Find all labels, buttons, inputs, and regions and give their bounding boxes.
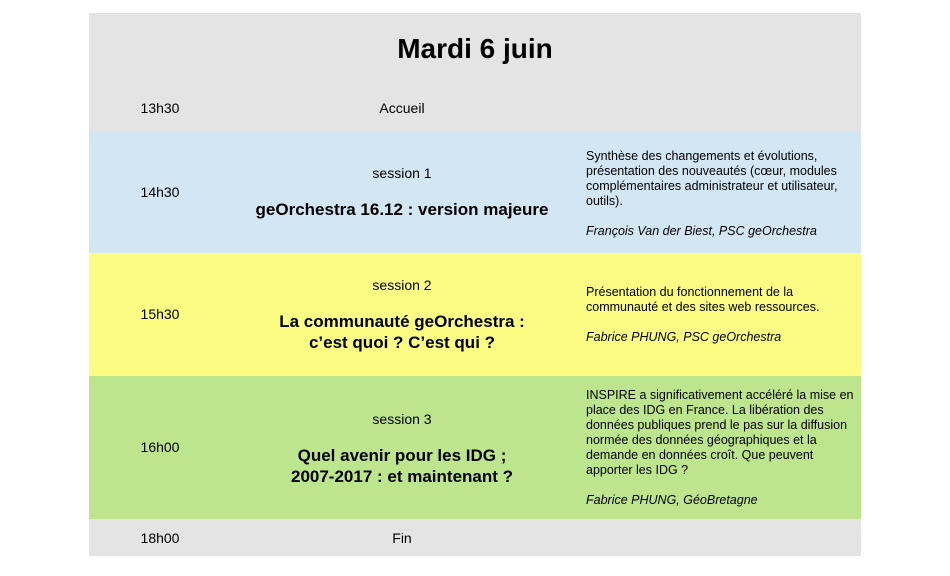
welcome-label: Accueil [379,100,425,116]
welcome-time: 13h30 [140,100,180,116]
session-title-line: 2007-2017 : et maintenant ? [290,467,514,486]
session-speaker: François Van der Biest, PSC geOrchestra [586,224,817,238]
session-time: 15h30 [140,306,180,322]
agenda-sheet: Mardi 6 juin 13h30 Accueil 14h30 session… [89,13,861,556]
session-heading: session 3 Quel avenir pour les IDG ; 200… [244,411,560,487]
session-summary: INSPIRE a significativement accéléré la … [586,388,854,477]
session-title-line: Quel avenir pour les IDG ; [297,446,507,465]
session-title-line: c’est quoi ? C’est qui ? [308,333,496,352]
session-description: Synthèse des changements et évolutions, … [586,149,854,239]
session-description: INSPIRE a significativement accéléré la … [586,388,854,508]
closing-time: 18h00 [140,530,180,546]
session-label: session 1 [372,165,432,181]
closing-label: Fin [392,530,412,546]
header-band: Mardi 6 juin 13h30 Accueil [89,13,861,131]
closing-band: 18h00 Fin [89,519,861,556]
session-time: 14h30 [140,184,180,200]
session-summary: Présentation du fonctionnement de la com… [586,285,820,314]
session-speaker: Fabrice PHUNG, GéoBretagne [586,493,758,507]
session-time: 16h00 [140,439,180,455]
session-row-1: 14h30 session 1 geOrchestra 16.12 : vers… [89,131,861,253]
session-label: session 2 [372,277,432,293]
session-row-2: 15h30 session 2 La communauté geOrchestr… [89,253,861,376]
session-heading: session 1 geOrchestra 16.12 : version ma… [244,165,560,220]
session-row-3: 16h00 session 3 Quel avenir pour les IDG… [89,376,861,519]
session-label: session 3 [372,411,432,427]
session-summary: Synthèse des changements et évolutions, … [586,149,838,208]
page-title: Mardi 6 juin [397,33,553,64]
session-speaker: Fabrice PHUNG, PSC geOrchestra [586,330,782,344]
session-heading: session 2 La communauté geOrchestra : c’… [244,277,560,353]
session-title: geOrchestra 16.12 : version majeure [255,200,549,219]
session-description: Présentation du fonctionnement de la com… [586,285,854,345]
session-title-line: La communauté geOrchestra : [279,312,525,331]
